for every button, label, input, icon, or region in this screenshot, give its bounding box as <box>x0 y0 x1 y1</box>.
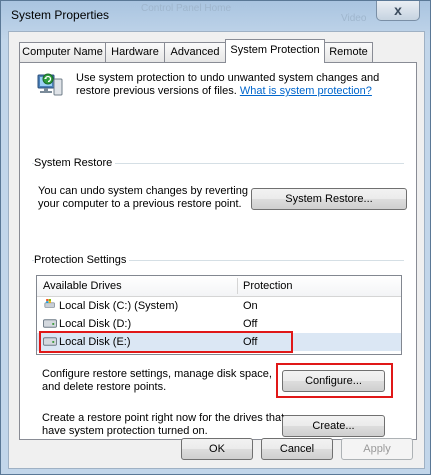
tab-label: System Protection <box>230 44 320 56</box>
close-icon: x <box>394 2 402 18</box>
system-restore-group-label: System Restore <box>34 157 116 169</box>
system-restore-description: You can undo system changes by reverting… <box>38 185 248 210</box>
system-protection-panel: Use system protection to undo unwanted s… <box>19 62 417 440</box>
background-window-text: Control Panel Home <box>141 3 232 14</box>
tab-remote[interactable]: Remote <box>324 42 373 62</box>
tab-label: Computer Name <box>22 46 103 58</box>
system-properties-window: System Properties Control Panel Home Vid… <box>0 0 431 475</box>
ok-button[interactable]: OK <box>181 438 253 460</box>
button-label: Create... <box>312 420 355 432</box>
column-header-drives[interactable]: Available Drives <box>37 276 237 296</box>
button-label: Cancel <box>279 443 315 455</box>
apply-button: Apply <box>341 438 413 460</box>
button-label: System Restore... <box>285 193 373 205</box>
window-title: System Properties <box>11 8 110 22</box>
column-header-protection[interactable]: Protection <box>237 276 397 296</box>
highlight-annotation-configure <box>276 363 393 398</box>
tab-advanced[interactable]: Advanced <box>164 42 226 62</box>
intro-text-block: Use system protection to undo unwanted s… <box>76 72 396 98</box>
tab-computer-name[interactable]: Computer Name <box>19 42 106 62</box>
drive-name: Local Disk (C:) (System) <box>59 300 179 312</box>
what-is-system-protection-link[interactable]: What is system protection? <box>240 85 372 97</box>
dialog-client-area: Computer Name Hardware Advanced System P… <box>8 31 425 469</box>
drive-row[interactable]: Local Disk (C:) (System) On <box>37 297 401 315</box>
drive-icon <box>43 319 57 328</box>
highlight-annotation-drive <box>39 331 293 353</box>
list-header: Available Drives Protection <box>37 276 401 297</box>
button-label: OK <box>209 443 225 455</box>
system-drive-icon <box>44 299 55 308</box>
close-button[interactable]: x <box>376 1 420 21</box>
drive-protection-status: On <box>243 300 258 312</box>
configure-description: Configure restore settings, manage disk … <box>42 368 272 393</box>
protection-settings-group-label: Protection Settings <box>34 254 130 266</box>
tab-hardware[interactable]: Hardware <box>105 42 165 62</box>
tab-system-protection[interactable]: System Protection <box>225 39 325 63</box>
tab-label: Advanced <box>170 46 220 58</box>
system-restore-button[interactable]: System Restore... <box>251 188 407 210</box>
system-protection-icon <box>37 73 63 96</box>
tab-label: Remote <box>329 46 368 58</box>
button-label: Apply <box>363 443 391 455</box>
create-description: Create a restore point right now for the… <box>42 412 285 437</box>
create-button[interactable]: Create... <box>282 415 385 437</box>
cancel-button[interactable]: Cancel <box>261 438 333 460</box>
title-bar[interactable]: System Properties Control Panel Home Vid… <box>1 1 430 31</box>
tab-label: Hardware <box>111 46 159 58</box>
background-window-text-2: Video <box>341 13 367 24</box>
